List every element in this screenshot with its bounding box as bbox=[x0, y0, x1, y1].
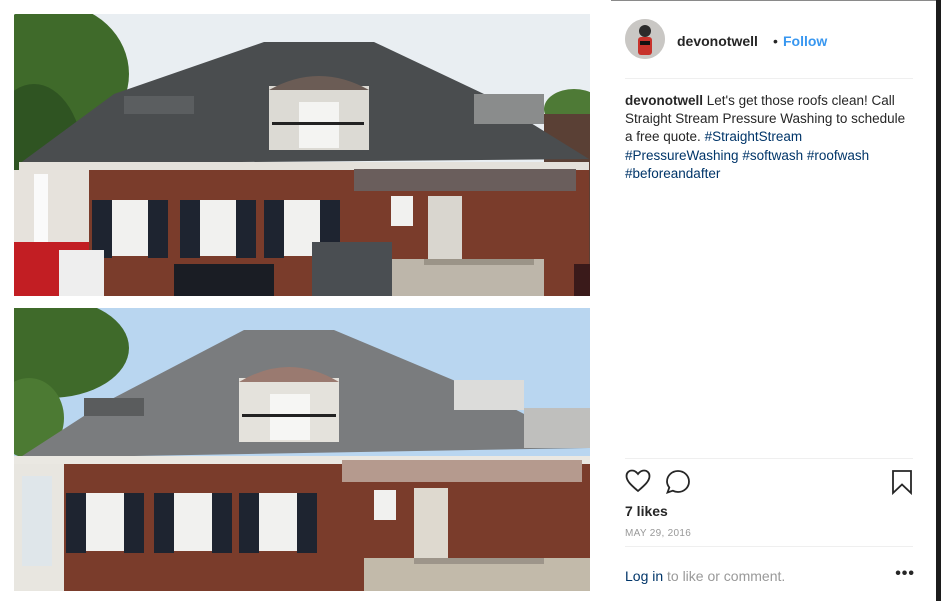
avatar[interactable] bbox=[625, 19, 665, 59]
hashtag-link[interactable]: #StraightStream bbox=[705, 129, 803, 144]
post-header: devonotwell • Follow bbox=[625, 18, 913, 79]
house-before-image bbox=[14, 14, 590, 296]
house-after-image bbox=[14, 308, 590, 591]
post-caption: devonotwell Let's get those roofs clean!… bbox=[625, 92, 915, 183]
hashtag-link[interactable]: #softwash bbox=[742, 148, 803, 163]
header-separator: • bbox=[773, 33, 778, 49]
username-link[interactable]: devonotwell bbox=[677, 33, 758, 49]
comment-icon[interactable] bbox=[665, 469, 691, 500]
hashtag-link[interactable]: #PressureWashing bbox=[625, 148, 739, 163]
login-prompt-text: to like or comment. bbox=[667, 568, 786, 584]
post-actions bbox=[625, 458, 913, 496]
post-media[interactable] bbox=[0, 0, 611, 601]
heart-icon[interactable] bbox=[625, 469, 651, 498]
likes-count[interactable]: 7 likes bbox=[625, 503, 668, 519]
follow-button[interactable]: Follow bbox=[783, 33, 827, 49]
before-photo[interactable] bbox=[14, 14, 590, 296]
avatar-image bbox=[625, 19, 665, 59]
more-options-icon[interactable]: ••• bbox=[895, 565, 915, 583]
post-sidebar: devonotwell • Follow devonotwell Let's g… bbox=[611, 0, 936, 601]
login-link[interactable]: Log in bbox=[625, 568, 663, 584]
hashtag-link[interactable]: #roofwash bbox=[807, 148, 869, 163]
caption-username[interactable]: devonotwell bbox=[625, 93, 703, 108]
window-edge bbox=[936, 0, 941, 601]
comment-bar: Log in to like or comment. ••• bbox=[625, 546, 915, 602]
post-date[interactable]: MAY 29, 2016 bbox=[625, 528, 691, 539]
after-photo[interactable] bbox=[14, 308, 590, 591]
hashtag-link[interactable]: #beforeandafter bbox=[625, 166, 720, 181]
bookmark-icon[interactable] bbox=[891, 469, 913, 500]
